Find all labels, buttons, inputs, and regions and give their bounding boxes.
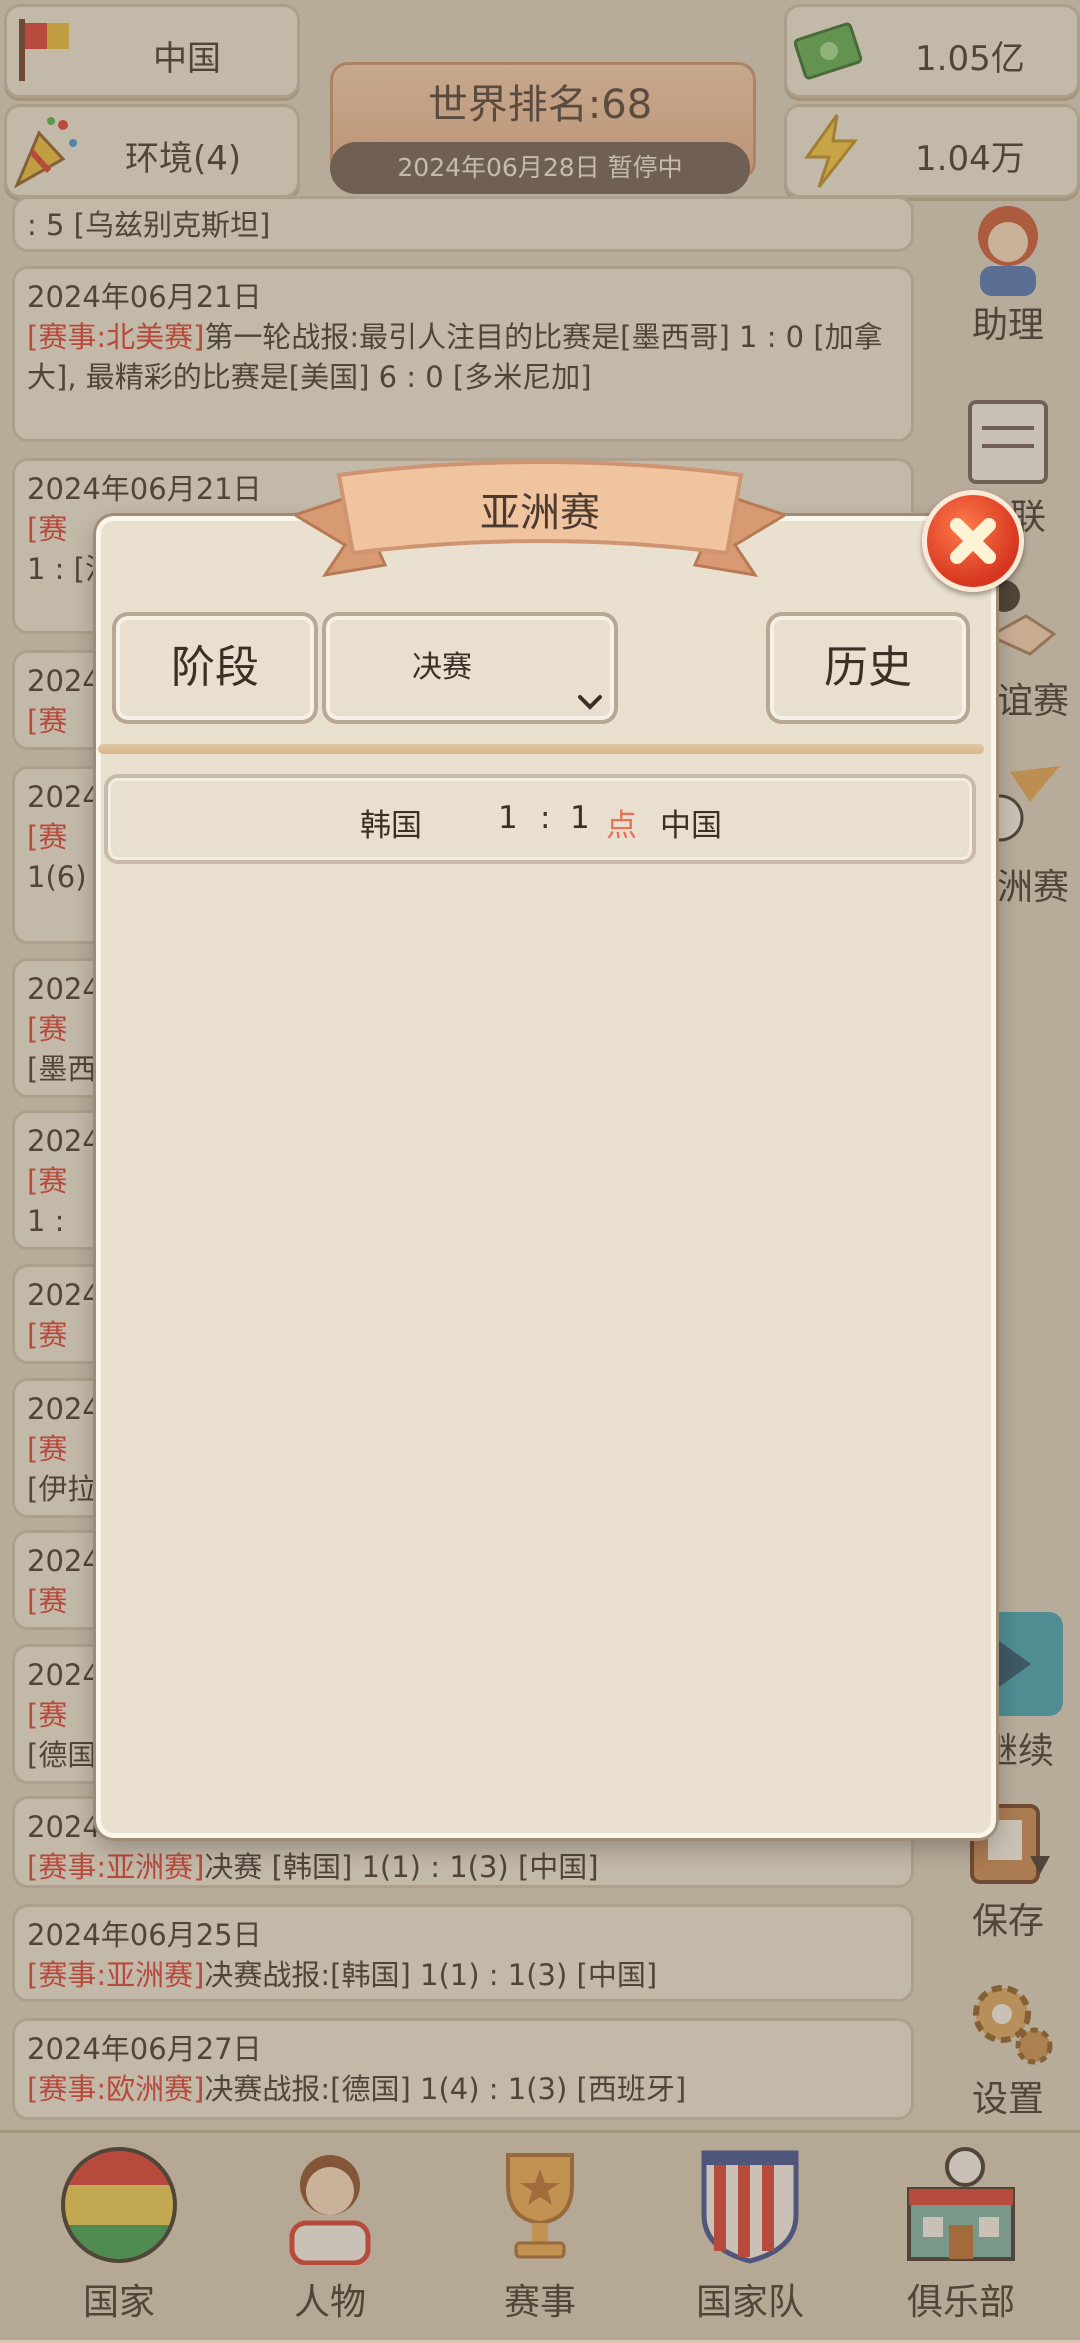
stage-selected-value: 决赛 bbox=[412, 650, 472, 685]
stage-dropdown[interactable]: 决赛 bbox=[322, 612, 618, 724]
home-score: 1 bbox=[498, 800, 518, 836]
away-team: 中国 bbox=[660, 808, 722, 844]
stage-label-button[interactable]: 阶段 bbox=[112, 612, 318, 724]
dialog-title: 亚洲赛 bbox=[480, 490, 600, 536]
match-result-row[interactable]: 韩国 1 : 1 点 中国 bbox=[104, 774, 976, 864]
penalty-marker: 点 bbox=[606, 808, 637, 844]
away-score: 1 bbox=[570, 800, 590, 836]
close-button[interactable] bbox=[922, 490, 1024, 592]
score-separator: : bbox=[540, 800, 551, 836]
chevron-down-icon bbox=[576, 654, 604, 758]
history-button[interactable]: 历史 bbox=[766, 612, 970, 724]
home-team: 韩国 bbox=[360, 808, 422, 844]
section-divider bbox=[98, 744, 984, 754]
close-icon bbox=[950, 518, 996, 564]
